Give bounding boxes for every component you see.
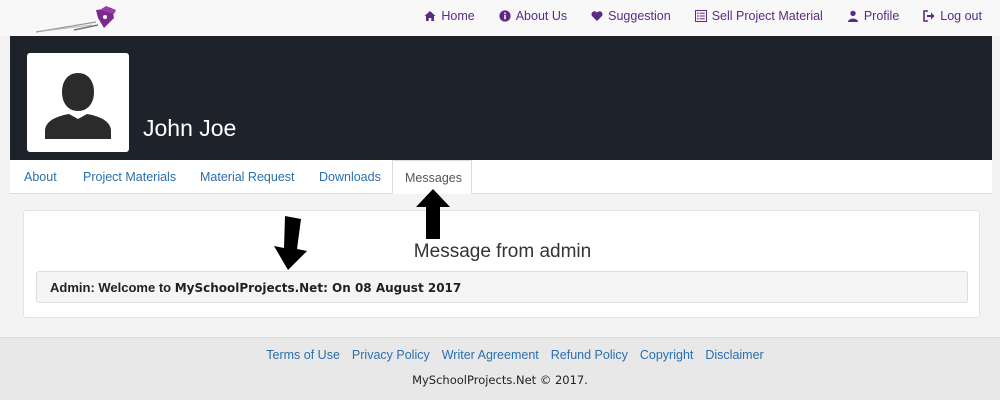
message-date: : On 08 August 2017 — [323, 281, 462, 295]
footer-link-terms[interactable]: Terms of Use — [266, 348, 340, 362]
avatar[interactable] — [27, 53, 129, 152]
nav-home-label: Home — [441, 9, 475, 23]
nav-suggestion-label: Suggestion — [608, 9, 671, 23]
footer-link-refund[interactable]: Refund Policy — [551, 348, 628, 362]
info-icon — [499, 10, 511, 22]
heart-icon — [591, 11, 603, 21]
user-icon — [847, 10, 858, 22]
profile-name: John Joe — [143, 115, 237, 141]
nav-logout-label: Log out — [940, 9, 982, 23]
copyright-text: MySchoolProjects.Net © 2017. — [412, 373, 588, 387]
default-user-avatar-icon — [45, 73, 111, 139]
tab-downloads[interactable]: Downloads — [319, 160, 381, 194]
logout-icon — [923, 10, 935, 22]
nav-profile[interactable]: Profile — [847, 9, 899, 23]
footer-link-privacy[interactable]: Privacy Policy — [352, 348, 430, 362]
top-navbar: Home About Us Suggestion Sell Project Ma… — [0, 0, 1000, 36]
nav-home[interactable]: Home — [424, 9, 475, 23]
messages-title: Message from admin — [413, 241, 592, 262]
tab-material-request[interactable]: Material Request — [200, 160, 295, 194]
message-site-name: MySchoolProjects.Net — [174, 281, 324, 295]
footer-links: Terms of Use Privacy Policy Writer Agree… — [0, 348, 1000, 362]
footer-link-disclaimer[interactable]: Disclaimer — [705, 348, 763, 362]
profile-tabs: About Project Materials Material Request… — [10, 160, 992, 194]
nav-about-us[interactable]: About Us — [499, 9, 567, 23]
messages-card: Message from admin Admin: Welcome to MyS… — [23, 210, 980, 318]
tab-project-materials[interactable]: Project Materials — [83, 160, 176, 194]
nav-about-us-label: About Us — [515, 9, 568, 23]
footer-link-writer-agreement[interactable]: Writer Agreement — [442, 348, 539, 362]
message-prefix: Admin: Welcome to — [50, 280, 175, 295]
up-arrow-icon — [416, 189, 450, 239]
nav-sell-label: Sell Project Material — [711, 9, 823, 23]
home-icon — [424, 11, 436, 21]
nav-sell-project-material[interactable]: Sell Project Material — [694, 9, 823, 23]
down-arrow-icon — [274, 216, 307, 270]
message-text: Admin: Welcome to MySchoolProjects.Net: … — [50, 280, 461, 295]
footer-link-copyright[interactable]: Copyright — [640, 348, 694, 362]
nav-links: Home About Us Suggestion Sell Project Ma… — [424, 0, 982, 32]
list-icon — [694, 10, 707, 22]
nav-suggestion[interactable]: Suggestion — [591, 9, 671, 23]
message-item[interactable]: Admin: Welcome to MySchoolProjects.Net: … — [36, 271, 968, 303]
nav-logout[interactable]: Log out — [923, 9, 982, 23]
footer: Terms of Use Privacy Policy Writer Agree… — [0, 337, 1000, 400]
tab-about[interactable]: About — [24, 160, 57, 194]
profile-banner: John Joe — [10, 36, 992, 160]
logo-pen-icon[interactable] — [34, 4, 120, 34]
nav-profile-label: Profile — [863, 9, 900, 23]
